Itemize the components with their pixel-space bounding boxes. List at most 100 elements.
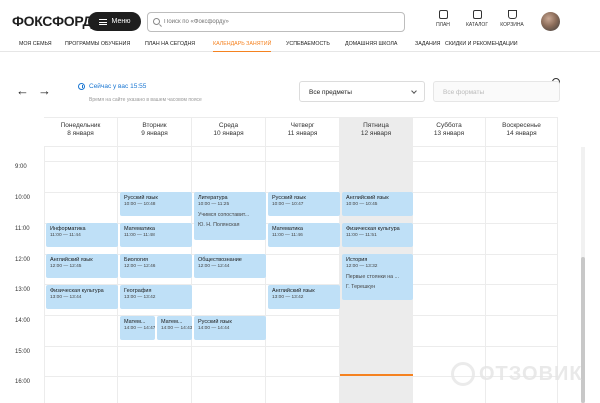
- event-card[interactable]: Математика 11:00 — 11:48: [120, 223, 192, 247]
- day-date: 9 января: [141, 130, 168, 137]
- nav-item-family[interactable]: МОЯ СЕМЬЯ: [19, 41, 52, 47]
- burger-icon: [98, 18, 107, 25]
- event-card[interactable]: Литература 10:00 — 11:25 Учимся сопостав…: [194, 192, 266, 240]
- watermark-text: ОТЗОВИК: [479, 362, 583, 385]
- event-card[interactable]: Английский язык 10:00 — 10:45: [342, 192, 413, 216]
- event-card[interactable]: Информатика 11:00 — 11:44: [46, 223, 118, 247]
- search-icon: [153, 18, 160, 25]
- nav-item-today-plan[interactable]: ПЛАН НА СЕГОДНЯ: [145, 41, 195, 47]
- event-teacher: Г. Терешкун: [346, 284, 376, 290]
- event-time: 12:00 — 12:46: [124, 264, 156, 269]
- event-title: Английский язык: [346, 195, 389, 201]
- event-topic: Учимся сопоставит...: [198, 212, 250, 218]
- event-time: 10:00 — 10:48: [124, 202, 156, 207]
- event-time: 10:00 — 11:25: [198, 202, 230, 207]
- event-title: Русский язык: [124, 195, 158, 201]
- day-header-fri: Пятница 12 января: [340, 117, 413, 147]
- event-card[interactable]: Русский язык 10:00 — 10:48: [120, 192, 192, 216]
- current-time-indicator: [340, 374, 413, 376]
- menu-label: Меню: [111, 18, 131, 25]
- day-header-sat: Суббота 13 января: [413, 117, 486, 147]
- day-date: 14 января: [506, 130, 537, 137]
- catalog-link[interactable]: КАТАЛОГ: [457, 10, 497, 28]
- nav-item-home-school[interactable]: ДОМАШНЯЯ ШКОЛА: [345, 41, 397, 47]
- event-title: Английский язык: [50, 257, 93, 263]
- time-label: 14:00: [15, 318, 31, 324]
- time-label: 10:00: [15, 195, 31, 201]
- event-card[interactable]: История 12:00 — 13:32 Первые стоянки на …: [342, 254, 413, 300]
- event-time: 13:00 — 13:42: [272, 295, 304, 300]
- hour-line: [44, 346, 558, 347]
- nav-item-progress[interactable]: УСПЕВАЕМОСТЬ: [286, 41, 330, 47]
- prev-week-arrow-icon[interactable]: ←: [16, 84, 29, 97]
- day-name: Понедельник: [60, 122, 101, 129]
- nav-item-tasks[interactable]: ЗАДАНИЯ: [415, 41, 441, 47]
- event-title: Обществознание: [198, 257, 242, 263]
- formats-select-value: Все форматы: [443, 89, 485, 96]
- watermark-logo-icon: [451, 362, 475, 386]
- event-card[interactable]: Английский язык 12:00 — 12:45: [46, 254, 118, 278]
- day-name: Пятница: [363, 122, 389, 129]
- day-date: 10 января: [213, 130, 244, 137]
- nav-item-programs[interactable]: ПРОГРАММЫ ОБУЧЕНИЯ: [65, 41, 130, 47]
- avatar[interactable]: [541, 12, 560, 31]
- event-title: Биология: [124, 257, 149, 263]
- cart-label: КОРЗИНА: [500, 22, 524, 28]
- subjects-select[interactable]: Все предметы: [299, 81, 425, 102]
- day-header-thu: Четверг 11 января: [266, 117, 340, 147]
- catalog-icon: [472, 10, 482, 19]
- event-title: Матем...: [161, 319, 183, 325]
- event-time: 11:00 — 11:51: [346, 233, 377, 238]
- event-card[interactable]: Физическая культура 13:00 — 13:44: [46, 285, 118, 309]
- event-teacher: Ю. Н. Полянская: [198, 222, 240, 228]
- event-card[interactable]: Английский язык 13:00 — 13:42: [268, 285, 340, 309]
- day-name: Суббота: [436, 122, 462, 129]
- day-header-sun: Воскресенье 14 января: [486, 117, 558, 147]
- event-title: Математика: [124, 226, 155, 232]
- day-date: 13 января: [433, 130, 465, 137]
- event-card[interactable]: Физическая культура 11:00 — 11:51: [342, 223, 413, 247]
- event-title: Физическая культура: [346, 226, 400, 232]
- nav-item-discounts[interactable]: СКИДКИ И РЕКОМЕНДАЦИИ: [445, 41, 518, 47]
- nav-item-calendar[interactable]: КАЛЕНДАРЬ ЗАНЯТИЙ: [213, 41, 272, 52]
- event-card[interactable]: Матем... 14:00 — 14:43: [157, 316, 192, 340]
- catalog-label: КАТАЛОГ: [465, 22, 489, 28]
- cart-link[interactable]: КОРЗИНА: [492, 10, 532, 28]
- event-card[interactable]: География 13:00 — 13:42: [120, 285, 192, 309]
- next-week-arrow-icon[interactable]: →: [38, 84, 51, 97]
- event-card[interactable]: Математика 11:00 — 11:46: [268, 223, 340, 247]
- event-card[interactable]: Биология 12:00 — 12:46: [120, 254, 192, 278]
- watermark: ОТЗОВИК: [451, 362, 583, 386]
- event-card[interactable]: Матем... 14:00 — 14:47: [120, 316, 155, 340]
- formats-select[interactable]: Все форматы: [433, 81, 560, 102]
- event-title: Математика: [272, 226, 303, 232]
- search-box[interactable]: [147, 12, 405, 32]
- time-label: 11:00: [15, 226, 30, 232]
- day-header-mon: Понедельник 8 января: [44, 117, 118, 147]
- event-time: 11:00 — 11:46: [272, 233, 303, 238]
- event-title: География: [124, 288, 152, 294]
- app-root: ФОКСФОРД Меню ПЛАН КАТАЛОГ КОРЗИНА МОЯ С…: [0, 0, 600, 403]
- search-input[interactable]: [164, 19, 404, 25]
- logo-text: ФОКСФОРД: [12, 13, 93, 29]
- event-card[interactable]: Русский язык 14:00 — 14:44: [194, 316, 266, 340]
- event-card[interactable]: Русский язык 10:00 — 10:47: [268, 192, 340, 216]
- event-time: 11:00 — 11:44: [50, 233, 81, 238]
- main-nav: МОЯ СЕМЬЯ ПРОГРАММЫ ОБУЧЕНИЯ ПЛАН НА СЕГ…: [0, 38, 600, 86]
- menu-button[interactable]: Меню: [88, 12, 141, 31]
- event-title: Английский язык: [272, 288, 315, 294]
- plan-label: ПЛАН: [436, 22, 450, 28]
- hour-line: [44, 161, 558, 162]
- event-title: Физическая культура: [50, 288, 104, 294]
- day-date: 12 января: [360, 130, 392, 137]
- plan-icon: [438, 10, 448, 19]
- event-title: Русский язык: [198, 319, 232, 325]
- time-label: 9:00: [15, 164, 27, 170]
- event-time: 12:00 — 12:44: [198, 264, 230, 269]
- day-header-tue: Вторник 9 января: [118, 117, 192, 147]
- top-header: ФОКСФОРД Меню ПЛАН КАТАЛОГ КОРЗИНА: [0, 0, 600, 38]
- event-time: 10:00 — 10:47: [272, 202, 304, 207]
- logo[interactable]: ФОКСФОРД: [12, 13, 92, 29]
- event-card[interactable]: Обществознание 12:00 — 12:44: [194, 254, 266, 278]
- day-name: Четверг: [290, 122, 315, 129]
